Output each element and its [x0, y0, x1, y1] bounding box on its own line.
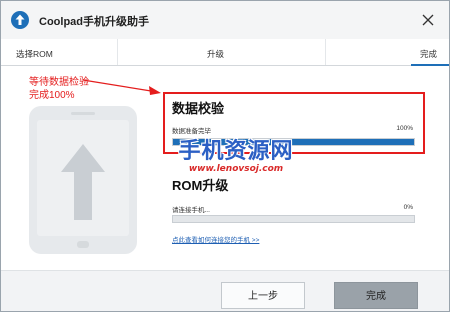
step-complete: 完成 [420, 49, 438, 59]
annotation-note: 等待数据检验 完成100% [29, 76, 89, 102]
annotation-line-1: 等待数据检验 [29, 77, 89, 88]
rom-upgrade-title: ROM升级 [172, 178, 229, 193]
phone-home-button [77, 241, 89, 248]
verify-percent: 100% [396, 125, 413, 132]
watermark-text: 手机资源网 [178, 139, 294, 164]
phone-speaker [71, 112, 95, 115]
watermark-url: www.lenovsoj.com [188, 164, 284, 174]
watermark: 手机资源网 www.lenovsoj.com [161, 140, 311, 175]
phone-illustration [29, 106, 137, 254]
step-divider [117, 39, 118, 65]
upgrade-assistant-window: Coolpad手机升级助手 选择ROM 升级 完成 等待数据检验 完成100% [0, 0, 450, 312]
connect-help-link[interactable]: 点此查看如何连接您的手机 >> [172, 234, 259, 244]
rom-progress-bar [172, 215, 415, 223]
verify-title: 数据校验 [172, 101, 225, 116]
annotation-arrow-icon [82, 79, 161, 95]
window-title: Coolpad手机升级助手 [39, 16, 149, 28]
upload-arrow-icon [11, 11, 29, 29]
step-divider [325, 39, 326, 65]
close-button[interactable] [417, 9, 439, 31]
finish-button[interactable]: 完成 [334, 282, 418, 309]
phone-screen [37, 120, 129, 236]
step-select-rom: 选择ROM [16, 49, 53, 59]
verify-status: 数据准备完毕 [172, 128, 211, 135]
close-icon [422, 14, 434, 26]
title-bar[interactable]: Coolpad手机升级助手 [1, 1, 449, 39]
step-indicator: 选择ROM 升级 完成 [1, 39, 449, 66]
rom-percent: 0% [403, 204, 413, 211]
up-arrow-icon [61, 144, 105, 220]
previous-button[interactable]: 上一步 [221, 282, 305, 309]
annotation-line-2: 完成100% [29, 90, 75, 101]
footer-bar: 上一步 完成 [1, 270, 449, 311]
main-content: 等待数据检验 完成100% 数据校验 数据准备完毕 100% 手机资源网 www… [1, 66, 449, 270]
rom-status: 请连接手机... [172, 207, 210, 214]
step-upgrade: 升级 [207, 49, 225, 59]
